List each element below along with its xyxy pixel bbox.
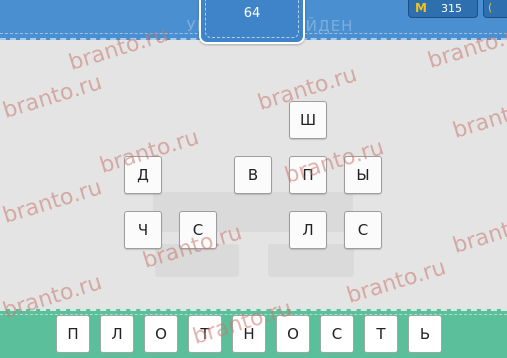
answer-slot[interactable]: Т xyxy=(364,315,398,353)
tile-p[interactable]: П xyxy=(289,156,327,194)
tile-y[interactable]: Ы xyxy=(344,156,382,194)
tile-d[interactable]: Д xyxy=(124,156,162,194)
watermark: branto.ru xyxy=(450,205,507,259)
watermark: branto.ru xyxy=(450,90,507,144)
answer-slot[interactable]: Т xyxy=(188,315,222,353)
watermark: branto.ru xyxy=(344,255,449,309)
answer-slot[interactable]: Н xyxy=(232,315,266,353)
tile-v[interactable]: В xyxy=(234,156,272,194)
answer-slot[interactable]: О xyxy=(144,315,178,353)
tile-ch[interactable]: Ч xyxy=(124,211,162,249)
answer-slot[interactable]: О xyxy=(276,315,310,353)
tile-s2[interactable]: С xyxy=(344,211,382,249)
tile-sh[interactable]: Ш xyxy=(289,101,327,139)
tile-s1[interactable]: С xyxy=(179,211,217,249)
extra-button[interactable]: ( xyxy=(483,0,507,18)
level-number: 64 xyxy=(243,6,261,21)
answer-slot[interactable]: Ь xyxy=(408,315,442,353)
tile-l[interactable]: Л xyxy=(289,211,327,249)
extra-icon: ( xyxy=(488,1,493,14)
watermark: branto.ru xyxy=(0,175,105,229)
level-tab: 64 xyxy=(199,0,305,44)
answer-slot[interactable]: С xyxy=(320,315,354,353)
watermark: branto.ru xyxy=(0,70,105,124)
answer-slot[interactable]: П xyxy=(56,315,90,353)
coin-icon: М xyxy=(415,1,427,15)
coins-value: 315 xyxy=(441,2,462,15)
answer-slot[interactable]: Л xyxy=(100,315,134,353)
coins-counter[interactable]: М 315 xyxy=(408,0,478,18)
